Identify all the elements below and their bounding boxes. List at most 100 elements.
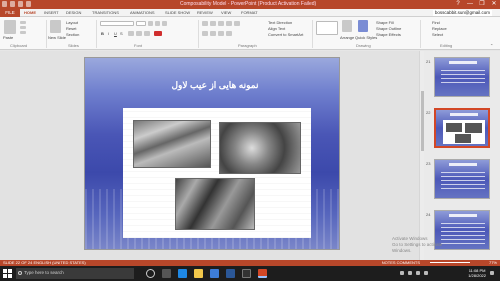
save-icon[interactable] <box>2 1 7 7</box>
group-separator <box>312 20 313 48</box>
layout-button[interactable]: Layout <box>66 20 78 25</box>
store-icon[interactable] <box>210 269 219 278</box>
arrange-icon[interactable] <box>342 20 352 32</box>
justify-icon[interactable] <box>226 31 232 36</box>
taskbar-search-box[interactable]: Type here to search <box>16 268 134 279</box>
paste-button[interactable]: Paste <box>3 35 13 40</box>
edge-icon[interactable] <box>178 269 187 278</box>
replace-button[interactable]: Replace <box>432 26 447 31</box>
copy-icon[interactable] <box>20 26 26 29</box>
align-left-icon[interactable] <box>202 31 208 36</box>
cut-icon[interactable] <box>20 21 26 24</box>
shape-effects-button[interactable]: Shape Effects <box>376 32 401 37</box>
clear-formatting-icon[interactable] <box>162 21 167 26</box>
notifications-icon[interactable] <box>490 271 494 275</box>
slide-thumbnail-selected[interactable] <box>434 108 490 148</box>
word-icon[interactable] <box>226 269 235 278</box>
shape-fill-button[interactable]: Shape Fill <box>376 20 394 25</box>
text-direction-button[interactable]: Text Direction <box>268 20 292 25</box>
reset-button[interactable]: Reset <box>66 26 76 31</box>
tab-review[interactable]: REVIEW <box>197 9 213 17</box>
defect-photo-1[interactable] <box>133 120 211 168</box>
quick-styles-icon[interactable] <box>358 20 368 32</box>
undo-icon[interactable] <box>10 1 15 7</box>
collapse-ribbon-icon[interactable]: ⌃ <box>490 43 493 48</box>
find-button[interactable]: Find <box>432 20 440 25</box>
defect-photo-2[interactable] <box>219 122 301 174</box>
zoom-slider[interactable] <box>430 262 470 263</box>
select-button[interactable]: Select <box>432 32 443 37</box>
section-button[interactable]: Section <box>66 32 79 37</box>
network-icon[interactable] <box>408 271 412 275</box>
font-size-select[interactable] <box>136 21 146 26</box>
file-explorer-icon[interactable] <box>194 269 203 278</box>
quick-styles-button[interactable]: Quick Styles <box>355 35 377 40</box>
battery-icon[interactable] <box>424 271 428 275</box>
format-painter-icon[interactable] <box>20 31 26 34</box>
tab-animations[interactable]: ANIMATIONS <box>130 9 155 17</box>
bullets-icon[interactable] <box>202 21 208 26</box>
tab-view[interactable]: VIEW <box>221 9 231 17</box>
windows-start-icon[interactable] <box>3 269 12 278</box>
arrange-button[interactable]: Arrange <box>340 35 354 40</box>
account-email[interactable]: bosscabbit.sun@gmail.com <box>432 10 492 16</box>
cortana-icon[interactable] <box>146 269 155 278</box>
slide-thumbnail[interactable] <box>434 57 490 97</box>
line-spacing-icon[interactable] <box>234 21 240 26</box>
taskbar-clock[interactable]: 11:08 PM 1/28/2022 <box>468 268 486 278</box>
shapes-gallery[interactable] <box>316 21 338 35</box>
defect-photo-3[interactable] <box>175 178 255 230</box>
new-slide-button[interactable]: New Slide <box>48 35 66 40</box>
thumbnail-image-panel <box>443 120 485 144</box>
slide-canvas[interactable]: نمونه هایی از عیب لاول <box>84 57 340 250</box>
tray-icon[interactable] <box>400 271 404 275</box>
window-controls: ? — ❐ ✕ <box>452 0 500 9</box>
start-from-beginning-icon[interactable] <box>26 1 31 7</box>
shadow-icon[interactable]: S <box>120 31 123 36</box>
decrease-indent-icon[interactable] <box>218 21 224 26</box>
new-slide-icon[interactable] <box>50 20 61 33</box>
thumbnail-title <box>450 113 478 116</box>
strikethrough-icon[interactable] <box>128 31 134 36</box>
align-center-icon[interactable] <box>210 31 216 36</box>
minimize-button[interactable]: — <box>464 0 476 9</box>
redo-icon[interactable] <box>18 1 23 7</box>
slide-title[interactable]: نمونه هایی از عیب لاول <box>135 80 295 91</box>
app-icon[interactable] <box>242 269 251 278</box>
font-color-icon[interactable] <box>154 31 162 36</box>
convert-smartart-button[interactable]: Convert to SmartArt <box>268 32 303 37</box>
close-button[interactable]: ✕ <box>488 0 500 9</box>
thumbnail-line <box>441 176 485 177</box>
change-case-icon[interactable] <box>144 31 150 36</box>
italic-icon[interactable]: I <box>108 31 109 36</box>
font-name-select[interactable] <box>100 21 134 26</box>
tab-transitions[interactable]: TRANSITIONS <box>92 9 119 17</box>
shrink-font-icon[interactable] <box>155 21 160 26</box>
tab-slide-show[interactable]: SLIDE SHOW <box>165 9 190 17</box>
volume-icon[interactable] <box>416 271 420 275</box>
grow-font-icon[interactable] <box>148 21 153 26</box>
increase-indent-icon[interactable] <box>226 21 232 26</box>
watermark-line-2: Go to Settings to activate Windows. <box>392 242 443 253</box>
align-text-button[interactable]: Align Text <box>268 26 285 31</box>
help-button[interactable]: ? <box>452 0 464 9</box>
tab-format[interactable]: FORMAT <box>241 9 258 17</box>
powerpoint-icon[interactable] <box>258 269 267 278</box>
image-panel[interactable] <box>123 108 311 238</box>
group-label-slides: Slides <box>68 43 79 48</box>
underline-icon[interactable]: U <box>114 31 117 36</box>
tab-insert[interactable]: INSERT <box>44 9 59 17</box>
tab-home[interactable]: HOME <box>24 9 36 17</box>
tab-design[interactable]: DESIGN <box>66 9 81 17</box>
align-right-icon[interactable] <box>218 31 224 36</box>
task-view-icon[interactable] <box>162 269 171 278</box>
paste-icon[interactable] <box>4 20 16 34</box>
maximize-button[interactable]: ❐ <box>476 0 488 9</box>
bold-icon[interactable]: B <box>101 31 104 36</box>
shape-outline-button[interactable]: Shape Outline <box>376 26 401 31</box>
character-spacing-icon[interactable] <box>136 31 142 36</box>
slide-thumbnail[interactable] <box>434 159 490 199</box>
thumbnail-line <box>441 172 485 173</box>
numbering-icon[interactable] <box>210 21 216 26</box>
tab-file[interactable]: FILE <box>0 9 20 17</box>
